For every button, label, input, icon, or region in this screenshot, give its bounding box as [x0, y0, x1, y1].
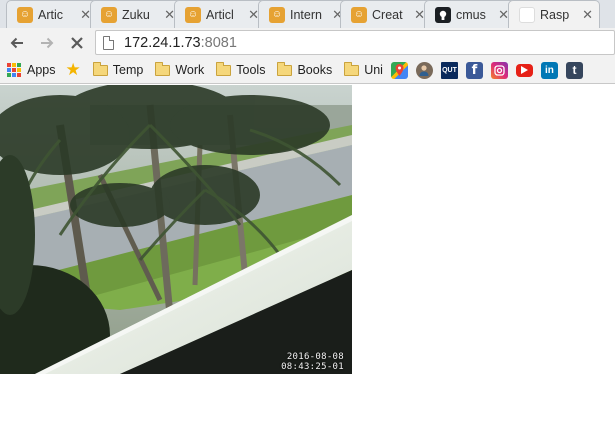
google-maps-icon — [390, 61, 408, 79]
bookmark-apps[interactable]: Apps — [3, 59, 60, 81]
bookmark-folder-work[interactable]: Work — [151, 59, 208, 81]
camera-date: 2016-08-08 — [286, 352, 344, 362]
folder-icon — [216, 61, 232, 76]
youtube-icon — [515, 63, 533, 77]
arrow-right-icon[interactable] — [34, 30, 60, 56]
linkedin-icon: in — [540, 61, 558, 79]
instagram-icon — [490, 61, 508, 79]
tab-title: Creat — [372, 7, 403, 22]
folder-icon — [277, 61, 293, 76]
bookmark-instagram[interactable] — [487, 59, 512, 81]
bookmark-folder-books[interactable]: Books — [273, 59, 336, 81]
tab-title: Articl — [206, 7, 234, 22]
browser-toolbar: 172.24.1.73:8081 — [0, 28, 615, 57]
folder-label: Uni — [364, 63, 383, 77]
facebook-icon: f — [465, 61, 483, 79]
folder-icon — [344, 61, 360, 76]
arrow-left-icon[interactable] — [4, 30, 30, 56]
camera-time: 08:43:25-01 — [281, 362, 344, 372]
bookmark-folder-uni[interactable]: Uni — [340, 59, 387, 81]
bookmark-folder-tools[interactable]: Tools — [212, 59, 269, 81]
google-icon: G — [519, 6, 535, 23]
star-icon: ★ — [65, 60, 81, 79]
tab-create[interactable]: ☺ Creat ✕ — [340, 0, 432, 28]
tab-strip: ☺ Artic ✕ ☺ Zuku ✕ ☺ Articl ✕ ☺ Intern ✕… — [0, 0, 615, 28]
folder-label: Temp — [112, 63, 144, 77]
bunny-favicon-icon: ☺ — [101, 6, 117, 23]
tab-title: Artic — [38, 7, 63, 22]
folder-label: Work — [175, 63, 205, 77]
camera-timestamp: 2016-08-08 08:43:25-01 — [281, 352, 344, 372]
bunny-favicon-icon: ☺ — [269, 6, 285, 23]
address-bar[interactable]: 172.24.1.73:8081 — [95, 30, 615, 55]
bookmark-youtube[interactable] — [512, 59, 537, 81]
apps-grid-icon — [7, 63, 21, 77]
close-tab-icon[interactable]: ✕ — [582, 7, 593, 23]
tab-title: Zuku — [122, 7, 150, 22]
bookmark-google-maps[interactable] — [387, 59, 412, 81]
bookmark-qut[interactable]: QUT — [437, 59, 462, 81]
bunny-favicon-icon: ☺ — [351, 6, 367, 23]
tab-title: cmus — [456, 7, 486, 22]
close-icon[interactable] — [64, 30, 90, 56]
tab-zuku[interactable]: ☺ Zuku ✕ — [90, 0, 182, 28]
page-icon — [103, 35, 114, 50]
page-viewport: 2016-08-08 08:43:25-01 — [0, 85, 615, 432]
folder-icon — [92, 61, 108, 76]
tumblr-icon: t — [565, 61, 583, 79]
bookmark-star[interactable]: ★ — [62, 59, 85, 81]
bunny-favicon-icon: ☺ — [17, 6, 33, 23]
tab-raspberry-google[interactable]: G Rasp ✕ — [508, 0, 600, 28]
folder-label: Tools — [236, 63, 266, 77]
tab-cmus-github[interactable]: cmus ✕ — [424, 0, 516, 28]
bookmark-facebook[interactable]: f — [462, 59, 487, 81]
bunny-favicon-icon: ☺ — [185, 6, 201, 23]
bookmark-folder-temp[interactable]: Temp — [89, 59, 148, 81]
bookmark-tumblr[interactable]: t — [562, 59, 587, 81]
tab-article-1[interactable]: ☺ Artic ✕ — [6, 0, 98, 28]
url-host: 172.24.1.73 — [124, 34, 201, 51]
profile-avatar-icon — [415, 61, 433, 79]
url-port: :8081 — [200, 34, 237, 51]
bookmark-linkedin[interactable]: in — [537, 59, 562, 81]
apps-label: Apps — [27, 63, 56, 77]
tab-title: Rasp — [540, 7, 570, 22]
camera-stream-image: 2016-08-08 08:43:25-01 — [0, 85, 352, 374]
qut-icon: QUT — [440, 61, 458, 79]
folder-icon — [155, 61, 171, 76]
tab-intern[interactable]: ☺ Intern ✕ — [258, 0, 350, 28]
tab-article-2[interactable]: ☺ Articl ✕ — [174, 0, 266, 28]
bookmarks-bar: Apps ★ Temp Work Tools Books Uni QUT f i… — [0, 57, 615, 84]
bookmark-profile[interactable] — [412, 59, 437, 81]
github-icon — [435, 6, 451, 23]
tab-title: Intern — [290, 7, 322, 22]
folder-label: Books — [297, 63, 333, 77]
